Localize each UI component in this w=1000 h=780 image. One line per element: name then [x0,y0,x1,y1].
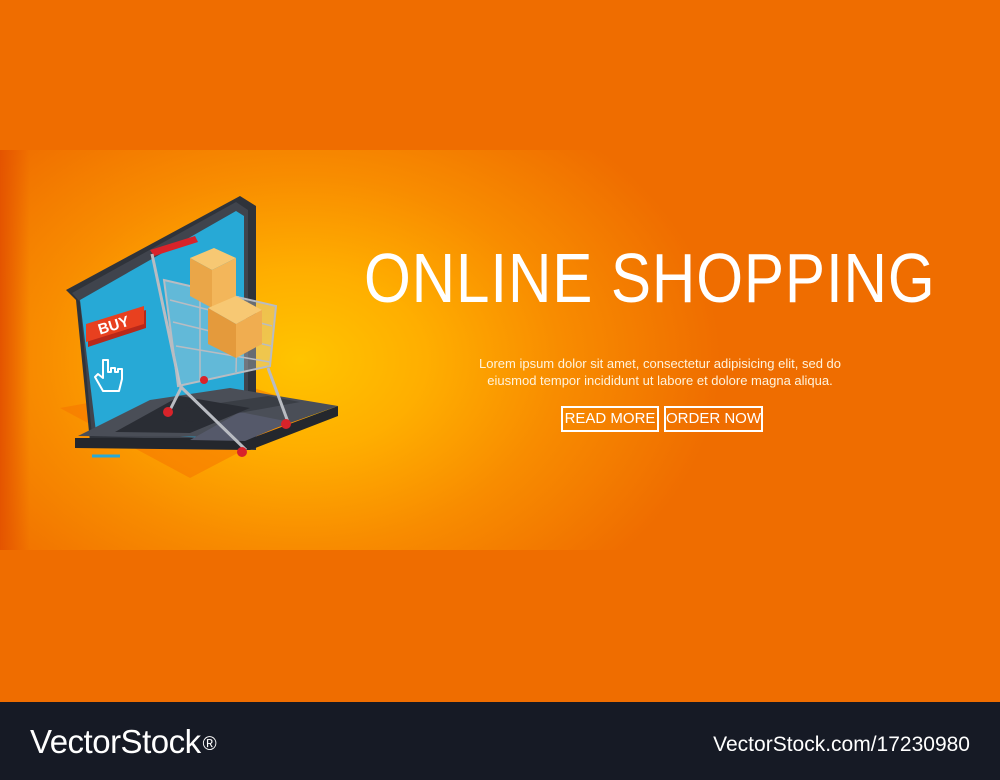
description-line-2: eiusmod tempor incididunt ut labore et d… [487,373,833,388]
stock-url: VectorStock.com/17230980 [713,733,970,756]
read-more-button[interactable]: READ MORE [561,406,659,432]
headline: ONLINE SHOPPING [364,239,936,317]
vectorstock-logo: VectorStock ® [30,722,217,762]
order-now-button[interactable]: ORDER NOW [664,406,763,432]
description-line-1: Lorem ipsum dolor sit amet, consectetur … [478,356,841,371]
logo-text: VectorStock [30,723,201,760]
description-text: Lorem ipsum dolor sit amet, consectetur … [400,355,920,389]
page: BUY ONLINE SHOPPING Lorem ipsum dolor si… [0,0,1000,780]
online-shopping-illustration: BUY [60,196,338,478]
registered-mark: ® [202,734,217,755]
footer-bar: VectorStock ® VectorStock.com/17230980 [0,702,1000,780]
